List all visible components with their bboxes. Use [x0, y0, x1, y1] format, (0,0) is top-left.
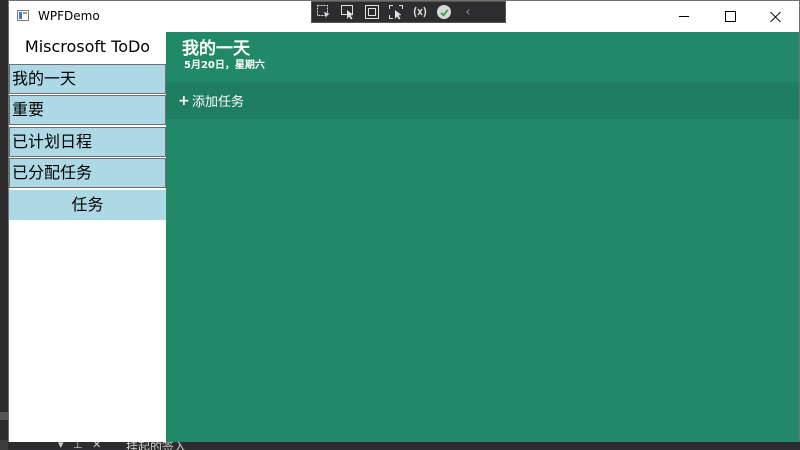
sidebar-title: Miscrosoft ToDo — [24, 37, 151, 56]
check-circle-icon[interactable] — [432, 2, 456, 22]
app-window: WPFDemo ‹ Miscrosoft ToDo 我的一天 重要 已计划日程 … — [8, 0, 800, 442]
title-bar[interactable]: WPFDemo ‹ — [9, 1, 799, 32]
plus-icon: + — [178, 92, 190, 109]
maximize-button[interactable] — [707, 1, 753, 32]
strip-left — [0, 440, 8, 450]
maximize-icon — [724, 11, 736, 22]
wpf-debug-toolbar: ‹ — [311, 1, 506, 23]
add-task-button[interactable]: + 添加任务 — [166, 82, 799, 119]
sidebar: Miscrosoft ToDo 我的一天 重要 已计划日程 已分配任务 任务 — [9, 32, 166, 442]
close-button[interactable] — [753, 1, 799, 32]
collapse-chevron-icon[interactable]: ‹ — [456, 2, 480, 22]
track-focus-icon[interactable] — [384, 2, 408, 22]
sidebar-item-important[interactable]: 重要 — [9, 95, 166, 125]
sidebar-item-tasks[interactable]: 任务 — [9, 190, 166, 220]
close-icon — [770, 11, 782, 23]
sidebar-item-my-day[interactable]: 我的一天 — [9, 64, 166, 94]
select-element-icon[interactable] — [312, 2, 336, 22]
page-date: 5月20日，星期六 — [184, 60, 265, 71]
background-marker — [0, 412, 8, 420]
adorner-box-icon[interactable] — [360, 2, 384, 22]
sidebar-item-planned[interactable]: 已计划日程 — [9, 127, 166, 157]
binding-failures-icon[interactable] — [408, 2, 432, 22]
desktop-left-edge — [0, 0, 8, 440]
minimize-icon — [679, 16, 689, 17]
pointer-icon[interactable] — [336, 2, 360, 22]
add-task-label: 添加任务 — [192, 95, 245, 110]
minimize-button[interactable] — [661, 1, 707, 32]
app-window-icon[interactable] — [17, 10, 29, 21]
window-title: WPFDemo — [38, 9, 100, 23]
main-content: 我的一天 5月20日，星期六 + 添加任务 — [166, 32, 799, 442]
sidebar-item-assigned[interactable]: 已分配任务 — [9, 158, 166, 188]
